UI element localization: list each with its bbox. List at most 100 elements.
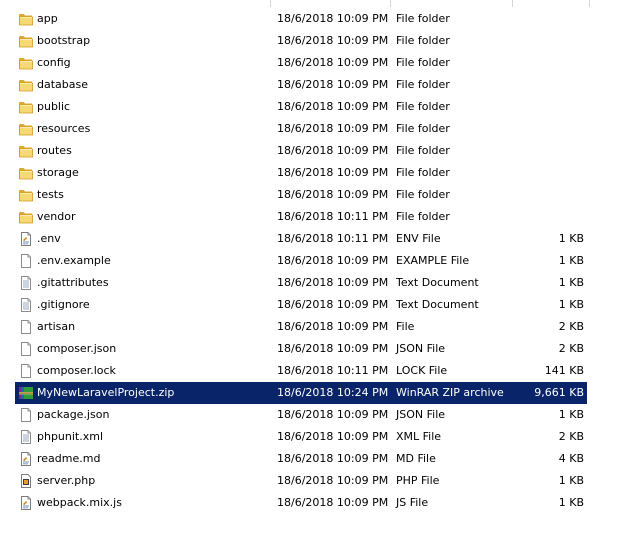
file-type: ENV File <box>396 232 441 245</box>
file-row[interactable]: tests 18/6/2018 10:09 PM File folder <box>0 184 631 206</box>
file-size: 2 KB <box>558 320 584 333</box>
file-name: .env.example <box>37 254 111 267</box>
file-type: File folder <box>396 210 450 223</box>
text-file-icon <box>18 495 34 511</box>
file-row[interactable]: database 18/6/2018 10:09 PM File folder <box>0 74 631 96</box>
folder-icon <box>18 11 34 27</box>
file-type: File folder <box>396 166 450 179</box>
file-size: 1 KB <box>558 254 584 267</box>
file-row[interactable]: bootstrap 18/6/2018 10:09 PM File folder <box>0 30 631 52</box>
file-name: .gitattributes <box>37 276 109 289</box>
winrar-archive-icon <box>18 385 34 401</box>
file-size: 1 KB <box>558 232 584 245</box>
file-type: File folder <box>396 100 450 113</box>
file-type: JSON File <box>396 408 446 421</box>
folder-icon <box>18 77 34 93</box>
file-row[interactable]: webpack.mix.js 18/6/2018 10:09 PM JS File 1… <box>0 492 631 514</box>
file-row[interactable]: routes 18/6/2018 10:09 PM File folder <box>0 140 631 162</box>
file-row[interactable]: phpunit.xml 18/6/2018 10:09 PM XML File 2 K… <box>0 426 631 448</box>
column-separator-date[interactable] <box>390 0 391 7</box>
file-type: EXAMPLE File <box>396 254 470 267</box>
file-row[interactable]: storage 18/6/2018 10:09 PM File folder <box>0 162 631 184</box>
file-date-modified: 18/6/2018 10:09 PM <box>277 166 389 179</box>
file-row[interactable]: vendor 18/6/2018 10:11 PM File folder <box>0 206 631 228</box>
file-date-modified: 18/6/2018 10:09 PM <box>277 56 389 69</box>
file-type: File folder <box>396 34 450 47</box>
file-row-selected[interactable]: MyNewLaravelProject.zip 18/6/2018 10:24 P… <box>0 382 631 404</box>
file-name: webpack.mix.js <box>37 496 122 509</box>
file-size: 1 KB <box>558 298 584 311</box>
file-size: 2 KB <box>558 342 584 355</box>
folder-icon <box>18 33 34 49</box>
file-type: PHP File <box>396 474 440 487</box>
file-row[interactable]: config 18/6/2018 10:09 PM File folder <box>0 52 631 74</box>
column-separator-name[interactable] <box>270 0 271 7</box>
file-date-modified: 18/6/2018 10:09 PM <box>277 188 389 201</box>
file-row[interactable]: .env.example 18/6/2018 10:09 PM EXAMPLE Fi… <box>0 250 631 272</box>
file-type: LOCK File <box>396 364 448 377</box>
file-date-modified: 18/6/2018 10:09 PM <box>277 122 389 135</box>
file-row[interactable]: readme.md 18/6/2018 10:09 PM MD File 4 KB <box>0 448 631 470</box>
folder-icon <box>18 209 34 225</box>
blank-file-icon <box>18 407 34 423</box>
file-row[interactable]: resources 18/6/2018 10:09 PM File folder <box>0 118 631 140</box>
file-name: .env <box>37 232 61 245</box>
blank-file-icon <box>18 253 34 269</box>
file-name: public <box>37 100 71 113</box>
file-row[interactable]: package.json 18/6/2018 10:09 PM JSON File 1… <box>0 404 631 426</box>
file-name: MyNewLaravelProject.zip <box>37 386 175 399</box>
file-name: server.php <box>37 474 96 487</box>
file-date-modified: 18/6/2018 10:09 PM <box>277 430 389 443</box>
file-type: JSON File <box>396 342 446 355</box>
file-type: File folder <box>396 144 450 157</box>
file-row[interactable]: composer.lock 18/6/2018 10:11 PM LOCK File… <box>0 360 631 382</box>
file-date-modified: 18/6/2018 10:09 PM <box>277 320 389 333</box>
folder-icon <box>18 99 34 115</box>
file-date-modified: 18/6/2018 10:09 PM <box>277 34 389 47</box>
blank-file-icon <box>18 363 34 379</box>
file-name: .gitignore <box>37 298 90 311</box>
file-row[interactable]: composer.json 18/6/2018 10:09 PM JSON File… <box>0 338 631 360</box>
file-row[interactable]: .gitattributes 18/6/2018 10:09 PM Text Doc… <box>0 272 631 294</box>
text-file-icon <box>18 451 34 467</box>
file-size: 1 KB <box>558 496 584 509</box>
file-size: 1 KB <box>558 276 584 289</box>
file-type: File folder <box>396 56 450 69</box>
column-separator-type[interactable] <box>512 0 513 7</box>
file-date-modified: 18/6/2018 10:09 PM <box>277 298 389 311</box>
file-date-modified: 18/6/2018 10:09 PM <box>277 100 389 113</box>
file-row[interactable]: public 18/6/2018 10:09 PM File folder <box>0 96 631 118</box>
file-size: 4 KB <box>558 452 584 465</box>
file-row[interactable]: server.php 18/6/2018 10:09 PM PHP File 1 KB <box>0 470 631 492</box>
php-file-icon <box>18 473 34 489</box>
text-document-icon <box>18 429 34 445</box>
text-document-icon <box>18 297 34 313</box>
blank-file-icon <box>18 319 34 335</box>
file-date-modified: 18/6/2018 10:11 PM <box>277 232 389 245</box>
file-row[interactable]: .gitignore 18/6/2018 10:09 PM Text Documen… <box>0 294 631 316</box>
file-date-modified: 18/6/2018 10:09 PM <box>277 452 389 465</box>
column-separator-size[interactable] <box>589 0 590 7</box>
file-size: 9,661 KB <box>534 386 584 399</box>
file-name: composer.lock <box>37 364 116 377</box>
file-row[interactable]: app 18/6/2018 10:09 PM File folder <box>0 8 631 30</box>
text-file-icon <box>18 231 34 247</box>
folder-icon <box>18 165 34 181</box>
file-row[interactable]: artisan 18/6/2018 10:09 PM File 2 KB <box>0 316 631 338</box>
file-date-modified: 18/6/2018 10:09 PM <box>277 12 389 25</box>
file-size: 2 KB <box>558 430 584 443</box>
file-date-modified: 18/6/2018 10:09 PM <box>277 78 389 91</box>
file-date-modified: 18/6/2018 10:09 PM <box>277 342 389 355</box>
file-date-modified: 18/6/2018 10:09 PM <box>277 474 389 487</box>
file-row[interactable]: .env 18/6/2018 10:11 PM ENV File 1 KB <box>0 228 631 250</box>
file-name: composer.json <box>37 342 117 355</box>
file-date-modified: 18/6/2018 10:24 PM <box>277 386 389 399</box>
file-date-modified: 18/6/2018 10:11 PM <box>277 364 389 377</box>
folder-icon <box>18 55 34 71</box>
file-size: 1 KB <box>558 408 584 421</box>
file-date-modified: 18/6/2018 10:09 PM <box>277 254 389 267</box>
file-name: artisan <box>37 320 76 333</box>
file-type: JS File <box>396 496 429 509</box>
file-type: File folder <box>396 188 450 201</box>
folder-icon <box>18 143 34 159</box>
